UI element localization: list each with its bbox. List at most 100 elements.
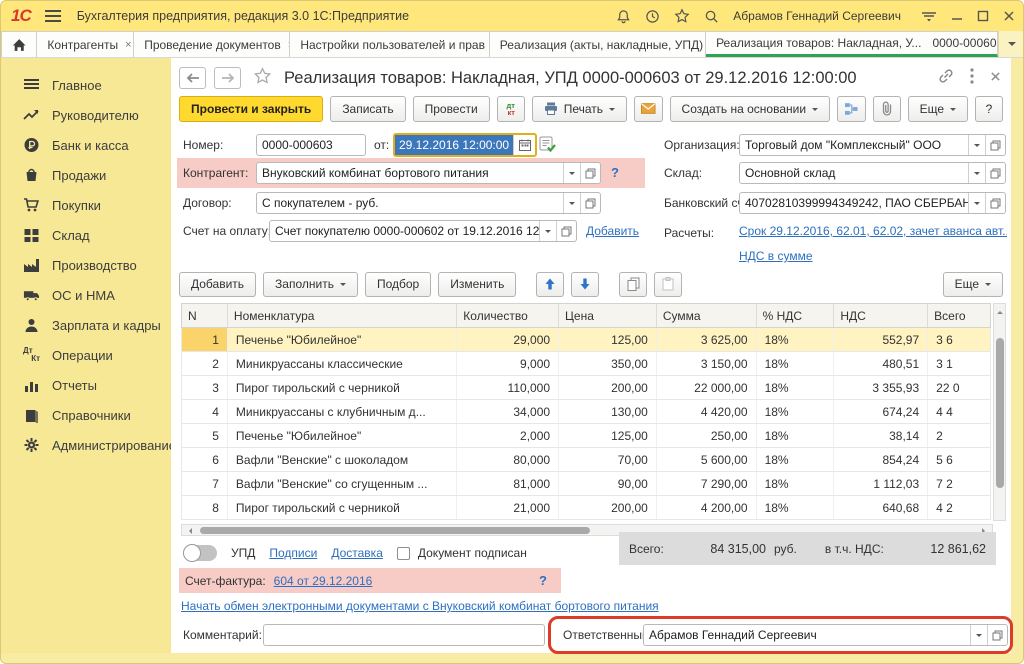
- calendar-icon[interactable]: [513, 135, 535, 155]
- more-button[interactable]: Еще: [908, 96, 968, 122]
- post-and-close-button[interactable]: Провести и закрыть: [179, 96, 323, 122]
- send-email-button[interactable]: [634, 96, 663, 122]
- payment-invoice-field[interactable]: Счет покупателю 0000-000602 от 19.12.201…: [269, 220, 577, 242]
- tab-close-icon[interactable]: ×: [125, 39, 131, 51]
- items-table-header[interactable]: N Номенклатура Количество Цена Сумма % Н…: [181, 303, 991, 328]
- sidebar-item-sales[interactable]: Продажи: [1, 160, 171, 190]
- more-kebab-icon[interactable]: [970, 68, 974, 89]
- vat-mode-link[interactable]: НДС в сумме: [739, 249, 813, 263]
- tab-goods-sale-active[interactable]: Реализация товаров: Накладная, У... 0000…: [706, 31, 998, 57]
- dropdown-icon[interactable]: [539, 221, 556, 241]
- sidebar-item-warehouse[interactable]: Склад: [1, 220, 171, 250]
- tab-user-settings[interactable]: Настройки пользователей и прав ×: [290, 31, 489, 57]
- table-row[interactable]: 2Миникруассаны классические9,000350,003 …: [181, 352, 991, 376]
- sidebar-item-operations[interactable]: ДтКт Операции: [1, 340, 171, 370]
- history-icon[interactable]: [645, 9, 660, 24]
- service-menu-icon[interactable]: [921, 9, 937, 23]
- table-vertical-scrollbar[interactable]: [993, 303, 1006, 521]
- settlements-link[interactable]: Срок 29.12.2016, 62.01, 62.02, зачет ава…: [739, 224, 1007, 238]
- open-item-icon[interactable]: [985, 193, 1005, 213]
- print-button[interactable]: Печать: [532, 96, 627, 122]
- favorites-star-icon[interactable]: [674, 8, 690, 24]
- upd-toggle[interactable]: [183, 545, 217, 561]
- grid-add-button[interactable]: Добавить: [179, 272, 256, 297]
- delivery-link[interactable]: Доставка: [331, 546, 383, 560]
- open-item-icon[interactable]: [556, 221, 576, 241]
- close-form-icon[interactable]: [990, 69, 1001, 87]
- minimize-icon[interactable]: [951, 10, 963, 22]
- number-field[interactable]: 0000-000603: [256, 134, 366, 156]
- tab-list-dropdown[interactable]: [998, 31, 1024, 57]
- close-window-icon[interactable]: [1003, 10, 1015, 22]
- grid-more-button[interactable]: Еще: [943, 272, 1003, 297]
- dropdown-icon[interactable]: [968, 163, 985, 183]
- table-row[interactable]: 4Миникруассаны с клубничным д...34,00013…: [181, 400, 991, 424]
- counterparty-help[interactable]: ?: [611, 162, 619, 184]
- open-item-icon[interactable]: [985, 163, 1005, 183]
- notifications-bell-icon[interactable]: [616, 9, 631, 24]
- table-row[interactable]: 7Вафли "Венские" со сгущенным ...81,0009…: [181, 472, 991, 496]
- sidebar-item-manager[interactable]: Руководителю: [1, 100, 171, 130]
- organization-field[interactable]: Торговый дом "Комплексный" ООО: [739, 134, 1006, 156]
- related-documents-button[interactable]: [837, 96, 866, 122]
- contract-field[interactable]: С покупателем - руб.: [256, 192, 601, 214]
- set-current-date-icon[interactable]: [539, 135, 557, 158]
- sidebar-item-main[interactable]: Главное: [1, 70, 171, 100]
- back-button[interactable]: [179, 67, 206, 89]
- sidebar-item-production[interactable]: Производство: [1, 250, 171, 280]
- favorite-star-icon[interactable]: [253, 67, 272, 90]
- bank-account-field[interactable]: 40702810399994349242, ПАО СБЕРБАНК: [739, 192, 1006, 214]
- table-row[interactable]: 8Пирог тирольский с черникой21,000200,00…: [181, 496, 991, 520]
- comment-field[interactable]: [263, 624, 545, 646]
- create-based-on-button[interactable]: Создать на основании: [670, 96, 831, 122]
- tab-document-posting[interactable]: Проведение документов ×: [134, 31, 290, 57]
- tab-sales-documents[interactable]: Реализация (акты, накладные, УПД) ×: [490, 31, 706, 57]
- save-button[interactable]: Записать: [330, 96, 405, 122]
- dropdown-icon[interactable]: [563, 193, 580, 213]
- date-field[interactable]: 29.12.2016 12:00:00: [393, 133, 537, 157]
- open-item-icon[interactable]: [987, 625, 1007, 645]
- document-signed-checkbox[interactable]: [397, 547, 410, 560]
- grid-fill-button[interactable]: Заполнить: [263, 272, 358, 297]
- sidebar-item-bank-cash[interactable]: Банк и касса: [1, 130, 171, 160]
- forward-button[interactable]: [214, 67, 241, 89]
- sidebar-item-purchases[interactable]: Покупки: [1, 190, 171, 220]
- dropdown-icon[interactable]: [968, 135, 985, 155]
- grid-edit-button[interactable]: Изменить: [438, 272, 516, 297]
- counterparty-field[interactable]: Внуковский комбинат бортового питания: [256, 162, 601, 184]
- open-item-icon[interactable]: [985, 135, 1005, 155]
- dropdown-icon[interactable]: [970, 625, 987, 645]
- invoice-help[interactable]: ?: [539, 573, 547, 588]
- move-down-button[interactable]: [571, 272, 599, 297]
- responsible-field[interactable]: Абрамов Геннадий Сергеевич: [643, 624, 1008, 646]
- attachments-button[interactable]: [873, 96, 901, 122]
- sidebar-item-directories[interactable]: Справочники: [1, 400, 171, 430]
- sidebar-item-fixed-assets[interactable]: ОС и НМА: [1, 280, 171, 310]
- table-row[interactable]: 1Печенье "Юбилейное"29,000125,003 625,00…: [181, 328, 991, 352]
- sidebar-item-payroll-hr[interactable]: Зарплата и кадры: [1, 310, 171, 340]
- table-row[interactable]: 6Вафли "Венские" с шоколадом80,00070,005…: [181, 448, 991, 472]
- open-item-icon[interactable]: [580, 193, 600, 213]
- sidebar-item-reports[interactable]: Отчеты: [1, 370, 171, 400]
- tab-home[interactable]: [1, 31, 37, 57]
- edo-exchange-link[interactable]: Начать обмен электронными документами с …: [181, 599, 659, 613]
- signatures-link[interactable]: Подписи: [269, 546, 317, 560]
- dropdown-icon[interactable]: [563, 163, 580, 183]
- paste-rows-button[interactable]: [654, 272, 682, 297]
- warehouse-field[interactable]: Основной склад: [739, 162, 1006, 184]
- table-row[interactable]: 5Печенье "Юбилейное"2,000125,00250,0018%…: [181, 424, 991, 448]
- show-postings-button[interactable]: дткт: [497, 96, 525, 122]
- dropdown-icon[interactable]: [968, 193, 985, 213]
- invoice-link[interactable]: 604 от 29.12.2016: [274, 574, 373, 588]
- move-up-button[interactable]: [536, 272, 564, 297]
- copy-rows-button[interactable]: [619, 272, 647, 297]
- tab-counterparties[interactable]: Контрагенты ×: [37, 31, 134, 57]
- search-icon[interactable]: [704, 9, 719, 24]
- open-item-icon[interactable]: [580, 163, 600, 183]
- sidebar-item-administration[interactable]: Администрирование: [1, 430, 171, 460]
- get-link-icon[interactable]: [938, 68, 954, 89]
- table-row[interactable]: 3Пирог тирольский с черникой110,000200,0…: [181, 376, 991, 400]
- grid-pick-button[interactable]: Подбор: [365, 272, 431, 297]
- current-user[interactable]: Абрамов Геннадий Сергеевич: [733, 9, 901, 23]
- post-button[interactable]: Провести: [413, 96, 490, 122]
